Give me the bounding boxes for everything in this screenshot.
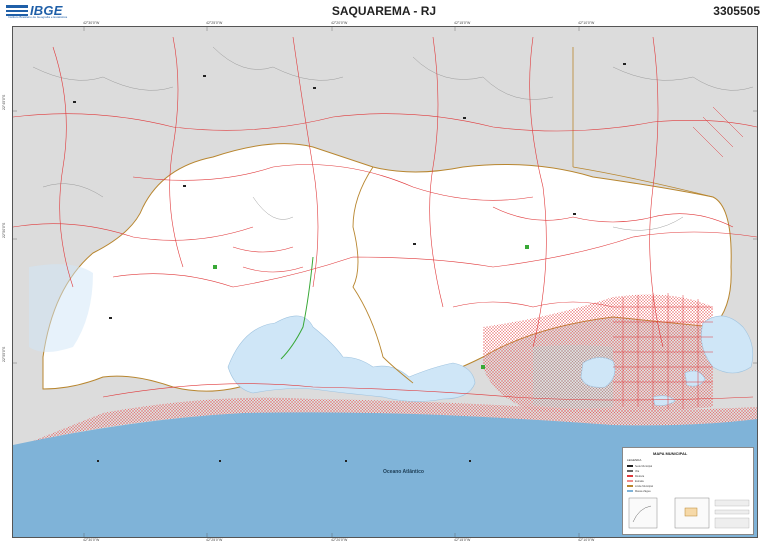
grid-label-top: 42°25'0"W [206,21,223,25]
green-marker [481,365,485,369]
ocean-label: Oceano Atlântico [383,469,424,475]
legend-item: Massa d'água [627,490,651,493]
legend-subtitle: LEGENDA [627,458,642,462]
legend-locator-maps [628,497,750,529]
green-marker [525,245,529,249]
legend-item: Rodovia [627,475,644,478]
map-header: IBGE Instituto Brasileiro de Geografia e… [0,0,768,22]
grid-label-bottom: 42°15'0"W [454,538,471,542]
grid-label-bottom: 42°30'0"W [83,538,100,542]
grid-label-top: 42°30'0"W [83,21,100,25]
green-marker [213,265,217,269]
grid-label-left: 22°55'0"S [2,346,6,362]
grid-label-left: 22°50'0"S [2,222,6,238]
grid-label-left: 22°45'0"S [2,94,6,110]
legend-item: Limite Municipal [627,485,653,488]
municipality-code: 3305505 [713,4,760,18]
grid-label-top: 42°15'0"W [454,21,471,25]
grid-label-bottom: 42°25'0"W [206,538,223,542]
grid-label-bottom: 42°10'0"W [578,538,595,542]
legend-item: Vila [627,470,639,473]
grid-label-bottom: 42°20'0"W [331,538,348,542]
map-title: SAQUAREMA - RJ [331,4,437,18]
legend-item: Estrada [627,480,644,483]
grid-label-top: 42°20'0"W [331,21,348,25]
small-lagoon [580,357,616,388]
legend-panel: MAPA MUNICIPAL LEGENDA Sede Municipal Vi… [622,447,754,535]
legend-item: Sede Municipal [627,465,652,468]
grid-label-top: 42°10'0"W [578,21,595,25]
legend-title: MAPA MUNICIPAL [653,451,688,456]
